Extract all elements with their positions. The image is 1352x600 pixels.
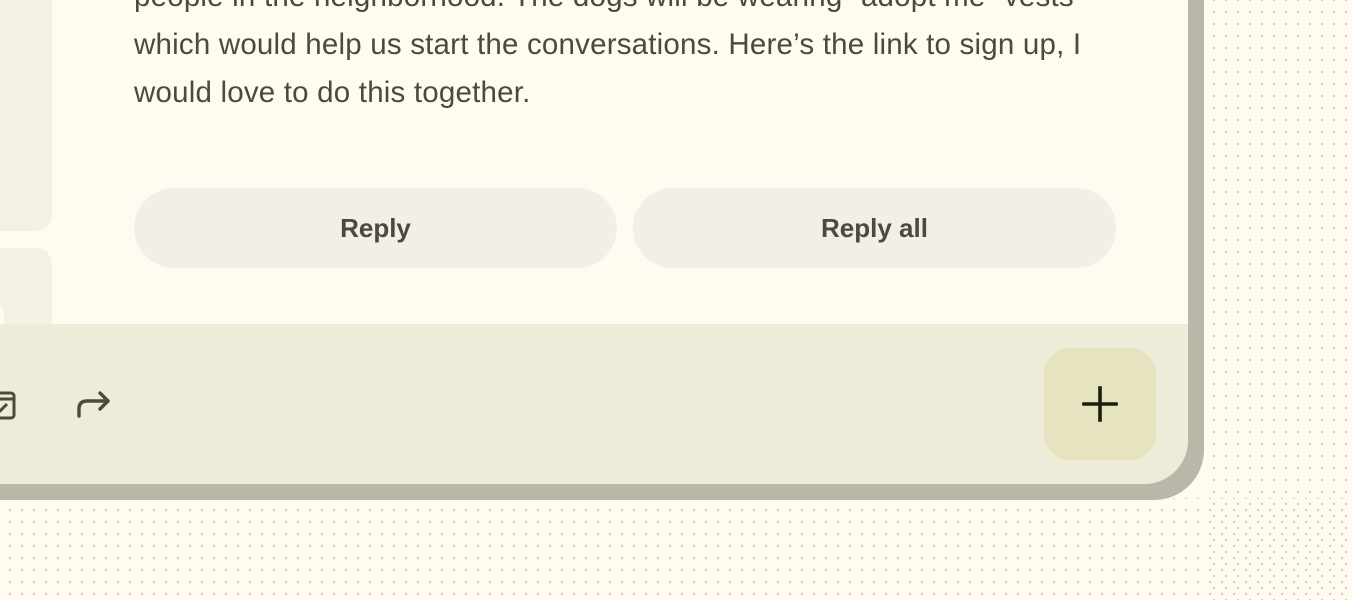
device-frame: people in the neighborhood. The dogs wil… [0,0,1188,484]
archive-icon [0,391,16,420]
reply-button[interactable]: Reply [134,188,617,268]
archive-button[interactable] [0,380,24,428]
side-list-card[interactable] [0,0,52,231]
bottom-app-bar [0,324,1188,484]
reply-all-button[interactable]: Reply all [633,188,1116,268]
email-body-text: people in the neighborhood. The dogs wil… [134,0,1082,109]
forward-button[interactable] [70,380,118,428]
page: people in the neighborhood. The dogs wil… [0,0,1352,600]
dotted-background-bottom [0,498,1352,600]
forward-icon [77,391,110,418]
email-body: people in the neighborhood. The dogs wil… [134,0,1124,117]
compose-fab[interactable] [1044,348,1156,460]
plus-icon [1082,386,1118,422]
